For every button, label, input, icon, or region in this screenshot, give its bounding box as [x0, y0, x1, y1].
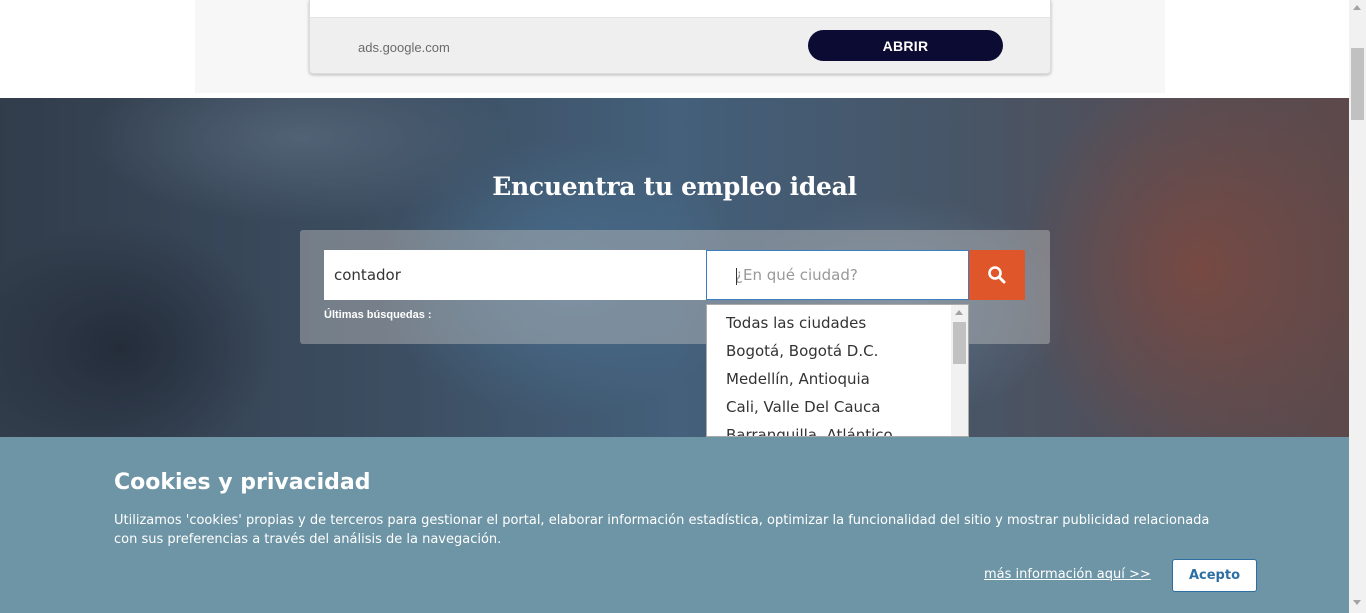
scroll-down-arrow-icon[interactable]	[1353, 600, 1361, 605]
ad-card-top	[310, 0, 1050, 18]
search-icon	[988, 266, 1006, 284]
page-scrollbar[interactable]	[1349, 0, 1366, 613]
dropdown-scrollbar[interactable]	[951, 305, 968, 436]
city-input[interactable]: ¿En qué ciudad?	[706, 250, 969, 300]
city-option[interactable]: Medellín, Antioquia	[707, 367, 968, 395]
page-scroll-thumb[interactable]	[1351, 48, 1364, 120]
scroll-up-arrow-icon[interactable]	[1353, 5, 1361, 10]
ad-card[interactable]: ads.google.com ABRIR	[309, 0, 1051, 74]
page: ads.google.com ABRIR Encuentra tu empleo…	[0, 0, 1366, 613]
search-button[interactable]	[969, 250, 1025, 300]
city-option[interactable]: Barranquilla, Atlántico	[707, 423, 968, 436]
cookie-title: Cookies y privacidad	[114, 470, 371, 495]
city-placeholder: ¿En qué ciudad?	[735, 266, 858, 284]
city-option[interactable]: Cali, Valle Del Cauca	[707, 395, 968, 423]
accept-cookies-button[interactable]: Acepto	[1172, 559, 1257, 592]
scroll-up-arrow-icon[interactable]	[955, 310, 963, 315]
cookie-banner: Cookies y privacidad Utilizamos 'cookies…	[0, 437, 1349, 613]
city-option-list: Todas las ciudades Bogotá, Bogotá D.C. M…	[707, 305, 968, 436]
dropdown-scroll-thumb[interactable]	[953, 322, 966, 364]
hero-title: Encuentra tu empleo ideal	[492, 172, 857, 201]
city-option[interactable]: Bogotá, Bogotá D.C.	[707, 339, 968, 367]
cookie-text: Utilizamos 'cookies' propias y de tercer…	[114, 513, 1210, 547]
keyword-input[interactable]: contador	[324, 250, 706, 300]
ad-domain[interactable]: ads.google.com	[358, 40, 450, 55]
ad-open-button[interactable]: ABRIR	[808, 30, 1003, 61]
city-dropdown[interactable]: Todas las ciudades Bogotá, Bogotá D.C. M…	[706, 304, 969, 437]
text-caret	[736, 268, 737, 285]
last-searches-label: Últimas búsquedas :	[324, 309, 432, 321]
city-option[interactable]: Todas las ciudades	[707, 311, 968, 339]
more-info-link[interactable]: más información aquí >>	[984, 567, 1151, 582]
